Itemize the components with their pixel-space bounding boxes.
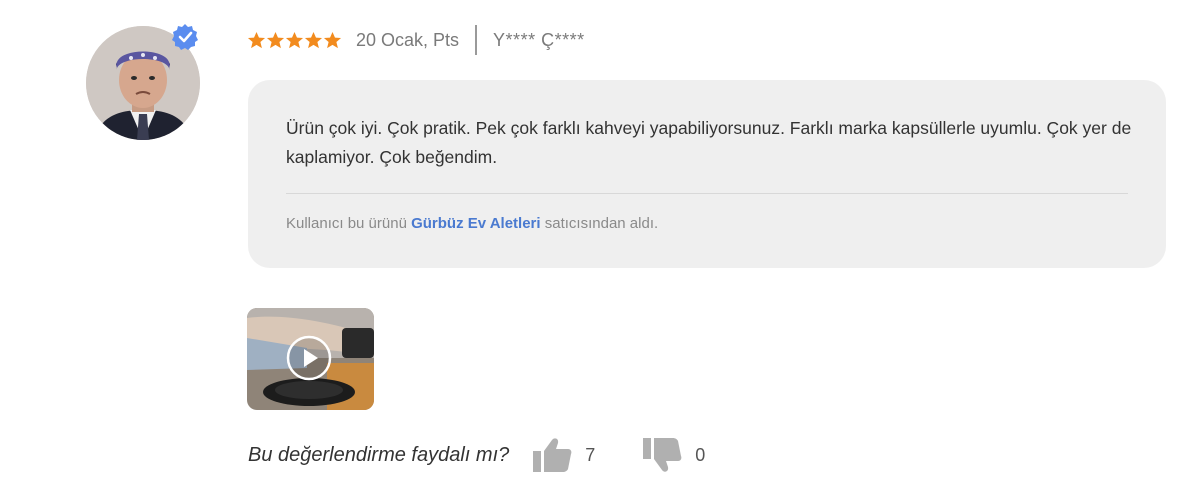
star-icon <box>247 31 266 48</box>
seller-link[interactable]: Gürbüz Ev Aletleri <box>411 215 540 232</box>
thumbs-down-icon <box>643 438 682 472</box>
bubble-divider <box>286 193 1128 194</box>
seller-info: Kullanıcı bu ürünü Gürbüz Ev Aletleri sa… <box>286 215 658 232</box>
review-meta: 20 Ocak, Pts Y**** Ç**** <box>247 24 585 56</box>
meta-divider <box>475 25 478 55</box>
review-author: Y**** Ç**** <box>493 29 585 50</box>
review-date: 20 Ocak, Pts <box>356 29 460 50</box>
review-bubble: Ürün çok iyi. Çok pratik. Pek çok farklı… <box>248 80 1166 268</box>
dislike-button[interactable]: 0 <box>641 436 705 474</box>
star-icon <box>304 31 323 48</box>
like-count: 7 <box>585 444 596 465</box>
dislike-count: 0 <box>695 444 706 465</box>
thumbs-up-icon <box>533 438 572 472</box>
star-icon <box>323 31 342 48</box>
like-button[interactable]: 7 <box>531 436 595 474</box>
seller-suffix: satıcısından aldı. <box>544 215 659 232</box>
helpful-question: Bu değerlendirme faydalı mı? <box>248 443 510 466</box>
helpful-row: Bu değerlendirme faydalı mı? 7 0 <box>248 436 705 474</box>
play-icon[interactable] <box>286 335 332 381</box>
star-rating <box>247 31 342 50</box>
verified-badge-icon <box>172 24 198 50</box>
review-video-thumbnail[interactable] <box>247 308 374 410</box>
review-text: Ürün çok iyi. Çok pratik. Pek çok farklı… <box>286 118 1132 167</box>
seller-prefix: Kullanıcı bu ürünü <box>286 215 407 232</box>
reviewer-avatar-container <box>86 24 200 140</box>
star-icon <box>285 31 304 48</box>
star-icon <box>266 31 285 48</box>
